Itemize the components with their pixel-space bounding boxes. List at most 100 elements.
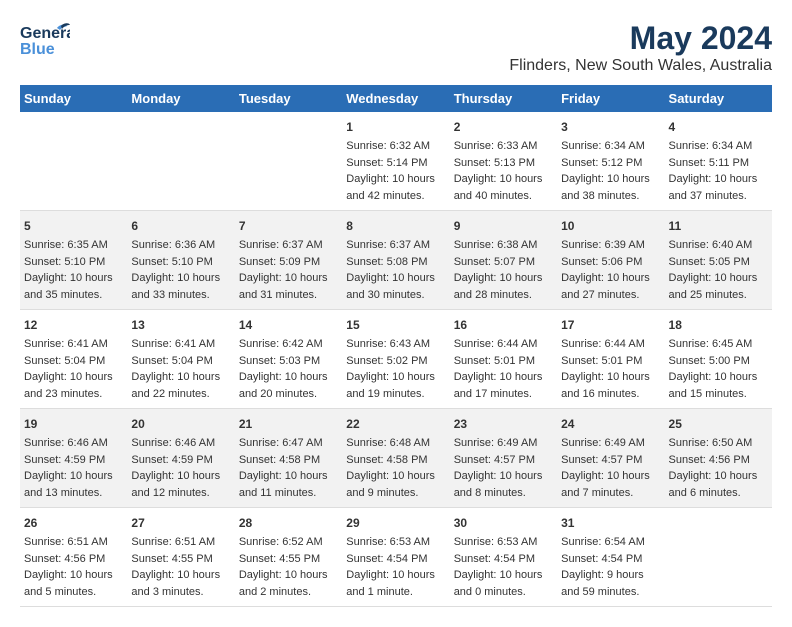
- sunset: Sunset: 5:09 PM: [239, 256, 320, 268]
- daylight: Daylight: 10 hours and 38 minutes.: [561, 173, 650, 202]
- day-cell: 25Sunrise: 6:50 AMSunset: 4:56 PMDayligh…: [665, 409, 772, 508]
- sunset: Sunset: 4:58 PM: [346, 454, 427, 466]
- day-number: 8: [346, 217, 445, 235]
- day-cell: 13Sunrise: 6:41 AMSunset: 5:04 PMDayligh…: [127, 310, 234, 409]
- sunset: Sunset: 4:59 PM: [131, 454, 212, 466]
- daylight: Daylight: 10 hours and 15 minutes.: [669, 371, 758, 400]
- page-subtitle: Flinders, New South Wales, Australia: [509, 57, 772, 75]
- day-cell: 12 Sunrise: 6:41 AM Sunset: 5:04 PM Dayligh…: [20, 310, 127, 409]
- sunset: Sunset: 4:55 PM: [239, 553, 320, 565]
- day-cell: [235, 112, 342, 211]
- daylight: Daylight: 10 hours and 40 minutes.: [454, 173, 543, 202]
- day-number: 4: [669, 118, 768, 136]
- sunrise: Sunrise: 6:44 AM: [454, 338, 538, 350]
- sunset: Sunset: 5:01 PM: [454, 355, 535, 367]
- daylight: Daylight: 10 hours and 33 minutes.: [131, 272, 220, 301]
- day-cell: [665, 508, 772, 607]
- sunset: Sunset: 4:54 PM: [561, 553, 642, 565]
- day-cell: 6Sunrise: 6:36 AMSunset: 5:10 PMDaylight…: [127, 211, 234, 310]
- daylight: Daylight: 10 hours and 11 minutes.: [239, 470, 328, 499]
- daylight: Daylight: 10 hours and 9 minutes.: [346, 470, 435, 499]
- week-row-5: 26Sunrise: 6:51 AMSunset: 4:56 PMDayligh…: [20, 508, 772, 607]
- sunset: Sunset: 4:57 PM: [454, 454, 535, 466]
- day-cell: 22Sunrise: 6:48 AMSunset: 4:58 PMDayligh…: [342, 409, 449, 508]
- day-number: 16: [454, 316, 553, 334]
- sunrise: Sunrise: 6:47 AM: [239, 437, 323, 449]
- sunrise: Sunrise: 6:33 AM: [454, 140, 538, 152]
- daylight: Daylight: 10 hours and 0 minutes.: [454, 569, 543, 598]
- day-cell: 30Sunrise: 6:53 AMSunset: 4:54 PMDayligh…: [450, 508, 557, 607]
- logo: General Blue: [20, 20, 70, 65]
- day-cell: 3Sunrise: 6:34 AMSunset: 5:12 PMDaylight…: [557, 112, 664, 211]
- daylight: Daylight: 10 hours and 7 minutes.: [561, 470, 650, 499]
- sunrise: Sunrise: 6:54 AM: [561, 536, 645, 548]
- day-number: 12: [24, 316, 123, 334]
- sunset: Sunset: 5:04 PM: [131, 355, 212, 367]
- day-cell: 21Sunrise: 6:47 AMSunset: 4:58 PMDayligh…: [235, 409, 342, 508]
- day-cell: 27Sunrise: 6:51 AMSunset: 4:55 PMDayligh…: [127, 508, 234, 607]
- sunset: Sunset: 5:04 PM: [24, 355, 105, 367]
- sunrise: Sunrise: 6:45 AM: [669, 338, 753, 350]
- day-cell: 2Sunrise: 6:33 AMSunset: 5:13 PMDaylight…: [450, 112, 557, 211]
- svg-text:Blue: Blue: [20, 41, 55, 58]
- daylight: Daylight: 10 hours and 37 minutes.: [669, 173, 758, 202]
- sunrise: Sunrise: 6:34 AM: [561, 140, 645, 152]
- sunset: Sunset: 4:54 PM: [346, 553, 427, 565]
- header-cell-friday: Friday: [557, 85, 664, 112]
- day-cell: [20, 112, 127, 211]
- page-title: May 2024: [509, 20, 772, 57]
- day-cell: 4Sunrise: 6:34 AMSunset: 5:11 PMDaylight…: [665, 112, 772, 211]
- sunset: Sunset: 4:59 PM: [24, 454, 105, 466]
- sunset: Sunset: 5:08 PM: [346, 256, 427, 268]
- sunrise: Sunrise: 6:53 AM: [346, 536, 430, 548]
- day-cell: 24Sunrise: 6:49 AMSunset: 4:57 PMDayligh…: [557, 409, 664, 508]
- day-number: 2: [454, 118, 553, 136]
- week-row-2: 5Sunrise: 6:35 AMSunset: 5:10 PMDaylight…: [20, 211, 772, 310]
- day-cell: 17Sunrise: 6:44 AMSunset: 5:01 PMDayligh…: [557, 310, 664, 409]
- sunset: Sunset: 4:57 PM: [561, 454, 642, 466]
- day-cell: 23Sunrise: 6:49 AMSunset: 4:57 PMDayligh…: [450, 409, 557, 508]
- day-cell: 10Sunrise: 6:39 AMSunset: 5:06 PMDayligh…: [557, 211, 664, 310]
- sunset: Sunset: 5:14 PM: [346, 157, 427, 169]
- header-cell-monday: Monday: [127, 85, 234, 112]
- day-number: 27: [131, 514, 230, 532]
- daylight: Daylight: 10 hours and 22 minutes.: [131, 371, 220, 400]
- sunrise: Sunrise: 6:41 AM: [131, 338, 215, 350]
- header-cell-tuesday: Tuesday: [235, 85, 342, 112]
- sunrise: Sunrise: 6:42 AM: [239, 338, 323, 350]
- daylight: Daylight: 10 hours and 3 minutes.: [131, 569, 220, 598]
- day-cell: 7Sunrise: 6:37 AMSunset: 5:09 PMDaylight…: [235, 211, 342, 310]
- sunrise: Sunrise: 6:32 AM: [346, 140, 430, 152]
- day-number: 19: [24, 415, 123, 433]
- day-number: 26: [24, 514, 123, 532]
- sunrise: Sunrise: 6:37 AM: [346, 239, 430, 251]
- day-number: 31: [561, 514, 660, 532]
- sunset: Sunset: 5:05 PM: [669, 256, 750, 268]
- day-cell: 16Sunrise: 6:44 AMSunset: 5:01 PMDayligh…: [450, 310, 557, 409]
- daylight: Daylight: 10 hours and 23 minutes.: [24, 371, 113, 400]
- header-cell-sunday: Sunday: [20, 85, 127, 112]
- sunrise: Sunrise: 6:49 AM: [454, 437, 538, 449]
- sunset: Sunset: 5:02 PM: [346, 355, 427, 367]
- sunrise: Sunrise: 6:39 AM: [561, 239, 645, 251]
- day-number: 24: [561, 415, 660, 433]
- day-cell: 5Sunrise: 6:35 AMSunset: 5:10 PMDaylight…: [20, 211, 127, 310]
- day-cell: 20Sunrise: 6:46 AMSunset: 4:59 PMDayligh…: [127, 409, 234, 508]
- week-row-3: 12 Sunrise: 6:41 AM Sunset: 5:04 PM Dayligh…: [20, 310, 772, 409]
- day-number: 18: [669, 316, 768, 334]
- day-number: 21: [239, 415, 338, 433]
- day-number: 28: [239, 514, 338, 532]
- day-number: 17: [561, 316, 660, 334]
- day-cell: 26Sunrise: 6:51 AMSunset: 4:56 PMDayligh…: [20, 508, 127, 607]
- sunset: Sunset: 5:06 PM: [561, 256, 642, 268]
- day-number: 10: [561, 217, 660, 235]
- logo-icon: General Blue: [20, 20, 70, 60]
- daylight: Daylight: 10 hours and 28 minutes.: [454, 272, 543, 301]
- header-row: SundayMondayTuesdayWednesdayThursdayFrid…: [20, 85, 772, 112]
- sunrise: Sunrise: 6:48 AM: [346, 437, 430, 449]
- day-number: 30: [454, 514, 553, 532]
- day-number: 6: [131, 217, 230, 235]
- daylight: Daylight: 10 hours and 12 minutes.: [131, 470, 220, 499]
- sunrise: Sunrise: 6:52 AM: [239, 536, 323, 548]
- sunrise: Sunrise: 6:41 AM: [24, 338, 108, 350]
